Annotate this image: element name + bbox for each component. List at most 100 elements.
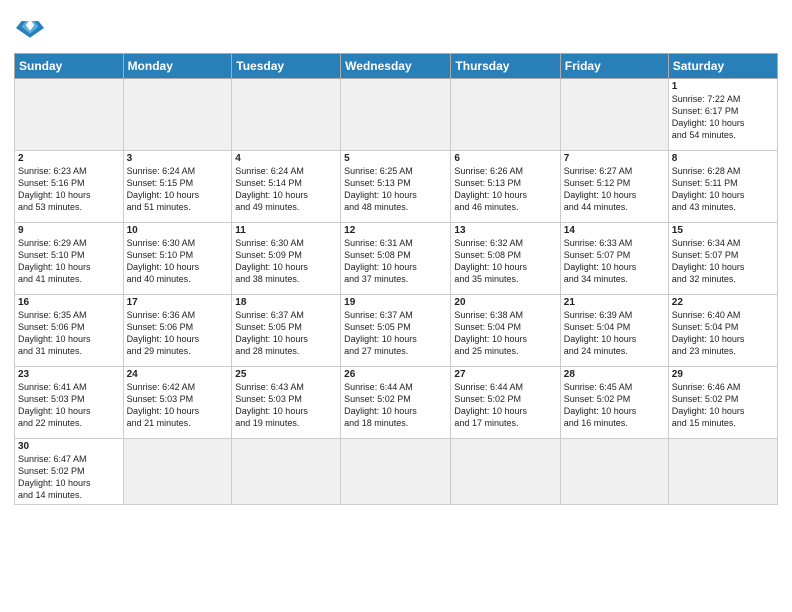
day-number: 7 <box>564 153 665 164</box>
day-info: Sunrise: 6:24 AM Sunset: 5:15 PM Dayligh… <box>127 165 229 214</box>
calendar-cell: 10Sunrise: 6:30 AM Sunset: 5:10 PM Dayli… <box>123 223 232 295</box>
day-number: 1 <box>672 81 774 92</box>
day-info: Sunrise: 6:30 AM Sunset: 5:10 PM Dayligh… <box>127 237 229 286</box>
calendar-cell: 29Sunrise: 6:46 AM Sunset: 5:02 PM Dayli… <box>668 367 777 439</box>
day-number: 3 <box>127 153 229 164</box>
calendar-cell <box>560 79 668 151</box>
calendar-cell: 15Sunrise: 6:34 AM Sunset: 5:07 PM Dayli… <box>668 223 777 295</box>
day-info: Sunrise: 6:29 AM Sunset: 5:10 PM Dayligh… <box>18 237 120 286</box>
weekday-header-friday: Friday <box>560 54 668 79</box>
calendar-cell: 1Sunrise: 7:22 AM Sunset: 6:17 PM Daylig… <box>668 79 777 151</box>
day-number: 25 <box>235 369 337 380</box>
day-info: Sunrise: 6:33 AM Sunset: 5:07 PM Dayligh… <box>564 237 665 286</box>
calendar-cell <box>341 79 451 151</box>
day-info: Sunrise: 6:40 AM Sunset: 5:04 PM Dayligh… <box>672 309 774 358</box>
day-info: Sunrise: 6:35 AM Sunset: 5:06 PM Dayligh… <box>18 309 120 358</box>
day-number: 17 <box>127 297 229 308</box>
calendar-cell: 4Sunrise: 6:24 AM Sunset: 5:14 PM Daylig… <box>232 151 341 223</box>
logo-area <box>14 10 44 47</box>
day-number: 5 <box>344 153 447 164</box>
day-info: Sunrise: 6:43 AM Sunset: 5:03 PM Dayligh… <box>235 381 337 430</box>
day-number: 18 <box>235 297 337 308</box>
weekday-header-wednesday: Wednesday <box>341 54 451 79</box>
day-number: 9 <box>18 225 120 236</box>
day-info: Sunrise: 6:38 AM Sunset: 5:04 PM Dayligh… <box>454 309 556 358</box>
calendar-cell: 23Sunrise: 6:41 AM Sunset: 5:03 PM Dayli… <box>15 367 124 439</box>
calendar-cell <box>341 439 451 505</box>
day-number: 12 <box>344 225 447 236</box>
calendar-cell: 17Sunrise: 6:36 AM Sunset: 5:06 PM Dayli… <box>123 295 232 367</box>
calendar-cell: 25Sunrise: 6:43 AM Sunset: 5:03 PM Dayli… <box>232 367 341 439</box>
day-number: 11 <box>235 225 337 236</box>
day-info: Sunrise: 6:47 AM Sunset: 5:02 PM Dayligh… <box>18 453 120 502</box>
day-number: 13 <box>454 225 556 236</box>
calendar-cell: 27Sunrise: 6:44 AM Sunset: 5:02 PM Dayli… <box>451 367 560 439</box>
day-number: 15 <box>672 225 774 236</box>
day-info: Sunrise: 6:26 AM Sunset: 5:13 PM Dayligh… <box>454 165 556 214</box>
day-info: Sunrise: 6:36 AM Sunset: 5:06 PM Dayligh… <box>127 309 229 358</box>
calendar-cell: 2Sunrise: 6:23 AM Sunset: 5:16 PM Daylig… <box>15 151 124 223</box>
calendar-cell <box>15 79 124 151</box>
day-number: 16 <box>18 297 120 308</box>
day-info: Sunrise: 6:30 AM Sunset: 5:09 PM Dayligh… <box>235 237 337 286</box>
calendar-cell: 19Sunrise: 6:37 AM Sunset: 5:05 PM Dayli… <box>341 295 451 367</box>
day-info: Sunrise: 6:27 AM Sunset: 5:12 PM Dayligh… <box>564 165 665 214</box>
day-info: Sunrise: 6:44 AM Sunset: 5:02 PM Dayligh… <box>344 381 447 430</box>
calendar-cell <box>123 79 232 151</box>
calendar-week-3: 16Sunrise: 6:35 AM Sunset: 5:06 PM Dayli… <box>15 295 778 367</box>
weekday-header-tuesday: Tuesday <box>232 54 341 79</box>
calendar-cell: 8Sunrise: 6:28 AM Sunset: 5:11 PM Daylig… <box>668 151 777 223</box>
calendar-cell <box>451 79 560 151</box>
day-number: 2 <box>18 153 120 164</box>
calendar-cell <box>451 439 560 505</box>
calendar-week-4: 23Sunrise: 6:41 AM Sunset: 5:03 PM Dayli… <box>15 367 778 439</box>
day-info: Sunrise: 6:42 AM Sunset: 5:03 PM Dayligh… <box>127 381 229 430</box>
calendar-cell: 13Sunrise: 6:32 AM Sunset: 5:08 PM Dayli… <box>451 223 560 295</box>
weekday-header-saturday: Saturday <box>668 54 777 79</box>
weekday-header-sunday: Sunday <box>15 54 124 79</box>
day-info: Sunrise: 6:37 AM Sunset: 5:05 PM Dayligh… <box>235 309 337 358</box>
logo-icon <box>16 14 44 42</box>
day-number: 21 <box>564 297 665 308</box>
day-number: 30 <box>18 441 120 452</box>
day-number: 14 <box>564 225 665 236</box>
day-number: 27 <box>454 369 556 380</box>
calendar-cell: 7Sunrise: 6:27 AM Sunset: 5:12 PM Daylig… <box>560 151 668 223</box>
calendar-cell: 28Sunrise: 6:45 AM Sunset: 5:02 PM Dayli… <box>560 367 668 439</box>
calendar-cell: 12Sunrise: 6:31 AM Sunset: 5:08 PM Dayli… <box>341 223 451 295</box>
day-number: 19 <box>344 297 447 308</box>
day-info: Sunrise: 6:31 AM Sunset: 5:08 PM Dayligh… <box>344 237 447 286</box>
day-number: 4 <box>235 153 337 164</box>
calendar-cell <box>560 439 668 505</box>
calendar-cell: 11Sunrise: 6:30 AM Sunset: 5:09 PM Dayli… <box>232 223 341 295</box>
day-number: 26 <box>344 369 447 380</box>
calendar-cell: 26Sunrise: 6:44 AM Sunset: 5:02 PM Dayli… <box>341 367 451 439</box>
calendar-cell <box>123 439 232 505</box>
day-info: Sunrise: 6:37 AM Sunset: 5:05 PM Dayligh… <box>344 309 447 358</box>
weekday-header-row: SundayMondayTuesdayWednesdayThursdayFrid… <box>15 54 778 79</box>
calendar-week-2: 9Sunrise: 6:29 AM Sunset: 5:10 PM Daylig… <box>15 223 778 295</box>
day-info: Sunrise: 6:23 AM Sunset: 5:16 PM Dayligh… <box>18 165 120 214</box>
calendar-cell <box>668 439 777 505</box>
day-info: Sunrise: 6:24 AM Sunset: 5:14 PM Dayligh… <box>235 165 337 214</box>
calendar-cell: 21Sunrise: 6:39 AM Sunset: 5:04 PM Dayli… <box>560 295 668 367</box>
day-number: 20 <box>454 297 556 308</box>
calendar-cell <box>232 439 341 505</box>
day-info: Sunrise: 7:22 AM Sunset: 6:17 PM Dayligh… <box>672 93 774 142</box>
weekday-header-thursday: Thursday <box>451 54 560 79</box>
day-number: 23 <box>18 369 120 380</box>
calendar-cell: 9Sunrise: 6:29 AM Sunset: 5:10 PM Daylig… <box>15 223 124 295</box>
day-number: 22 <box>672 297 774 308</box>
calendar-cell: 6Sunrise: 6:26 AM Sunset: 5:13 PM Daylig… <box>451 151 560 223</box>
day-info: Sunrise: 6:46 AM Sunset: 5:02 PM Dayligh… <box>672 381 774 430</box>
calendar-cell: 14Sunrise: 6:33 AM Sunset: 5:07 PM Dayli… <box>560 223 668 295</box>
header <box>14 10 778 47</box>
calendar-cell: 18Sunrise: 6:37 AM Sunset: 5:05 PM Dayli… <box>232 295 341 367</box>
page: SundayMondayTuesdayWednesdayThursdayFrid… <box>0 0 792 515</box>
calendar-week-0: 1Sunrise: 7:22 AM Sunset: 6:17 PM Daylig… <box>15 79 778 151</box>
calendar-cell: 24Sunrise: 6:42 AM Sunset: 5:03 PM Dayli… <box>123 367 232 439</box>
day-info: Sunrise: 6:28 AM Sunset: 5:11 PM Dayligh… <box>672 165 774 214</box>
day-info: Sunrise: 6:39 AM Sunset: 5:04 PM Dayligh… <box>564 309 665 358</box>
calendar-cell: 3Sunrise: 6:24 AM Sunset: 5:15 PM Daylig… <box>123 151 232 223</box>
day-info: Sunrise: 6:44 AM Sunset: 5:02 PM Dayligh… <box>454 381 556 430</box>
